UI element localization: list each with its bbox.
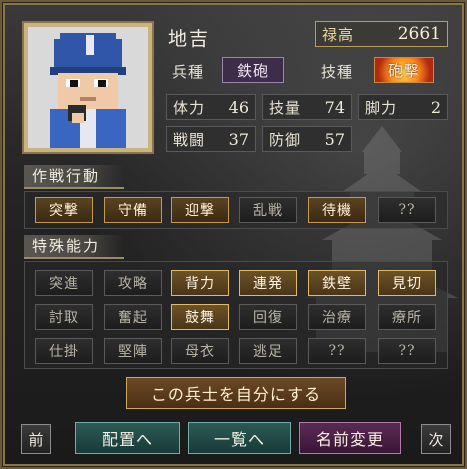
ability-button[interactable]: ?? [378,338,436,364]
ability-button[interactable]: 討取 [35,304,93,330]
soldier-portrait [28,27,148,148]
ability-button[interactable]: 背力 [171,270,229,296]
ability-button[interactable]: 攻略 [104,270,162,296]
koku-display: 禄高 2661 [315,21,448,47]
ability-button[interactable]: 回復 [239,304,297,330]
ability-button[interactable]: 療所 [378,304,436,330]
ability-button[interactable]: 突進 [35,270,93,296]
deploy-button[interactable]: 配置へ [75,422,180,454]
tactic-button[interactable]: 乱戦 [239,197,297,223]
skill-type-label: 技種 [321,63,354,81]
unit-status-panel: 地吉 禄高 2661 兵種 鉄砲 技種 砲撃 体力 46 技量 74 脚力 2 … [0,0,467,469]
tactic-button[interactable]: 待機 [308,197,366,223]
stat-value: 74 [324,97,345,117]
stat-value: 46 [228,97,249,117]
abilities-header: 特殊能力 [24,235,124,259]
prev-button[interactable]: 前 [21,424,51,454]
ability-button[interactable]: ?? [308,338,366,364]
stat-label: 体力 [173,98,206,117]
ability-button[interactable]: 鉄壁 [308,270,366,296]
tactic-button[interactable]: 突撃 [35,197,93,223]
koku-label: 禄高 [322,25,355,44]
ability-button[interactable]: 母衣 [171,338,229,364]
stat-speed: 脚力 2 [358,94,448,120]
ability-button[interactable]: 鼓舞 [171,304,229,330]
ability-button[interactable]: 逃足 [239,338,297,364]
next-button[interactable]: 次 [421,424,451,454]
stat-value: 37 [228,129,249,149]
ability-button[interactable]: 仕掛 [35,338,93,364]
ability-button[interactable]: 堅陣 [104,338,162,364]
stat-label: 脚力 [365,98,398,117]
ability-button[interactable]: 見切 [378,270,436,296]
troop-type-badge: 鉄砲 [222,57,284,83]
claim-soldier-button[interactable]: この兵士を自分にする [126,377,346,409]
ability-button[interactable]: 連発 [239,270,297,296]
stat-skill: 技量 74 [262,94,352,120]
stat-defense: 防御 57 [262,126,352,152]
ability-button[interactable]: 奮起 [104,304,162,330]
troop-type-label: 兵種 [172,63,205,81]
stat-value: 2 [430,97,441,117]
stat-hp: 体力 46 [166,94,256,120]
tactic-button[interactable]: 迎撃 [171,197,229,223]
stat-value: 57 [324,129,345,149]
rename-button[interactable]: 名前変更 [299,422,401,454]
skill-type-badge: 砲撃 [374,57,434,83]
ability-button[interactable]: 治療 [308,304,366,330]
stat-label: 戦闘 [173,130,206,149]
stat-combat: 戦闘 37 [166,126,256,152]
koku-value: 2661 [397,24,441,44]
tactics-header: 作戦行動 [24,165,124,189]
tactic-button[interactable]: 守備 [104,197,162,223]
stat-label: 防御 [269,130,302,149]
stat-label: 技量 [269,98,302,117]
list-button[interactable]: 一覧へ [188,422,291,454]
unit-name: 地吉 [168,28,211,50]
tactic-button[interactable]: ?? [378,197,436,223]
